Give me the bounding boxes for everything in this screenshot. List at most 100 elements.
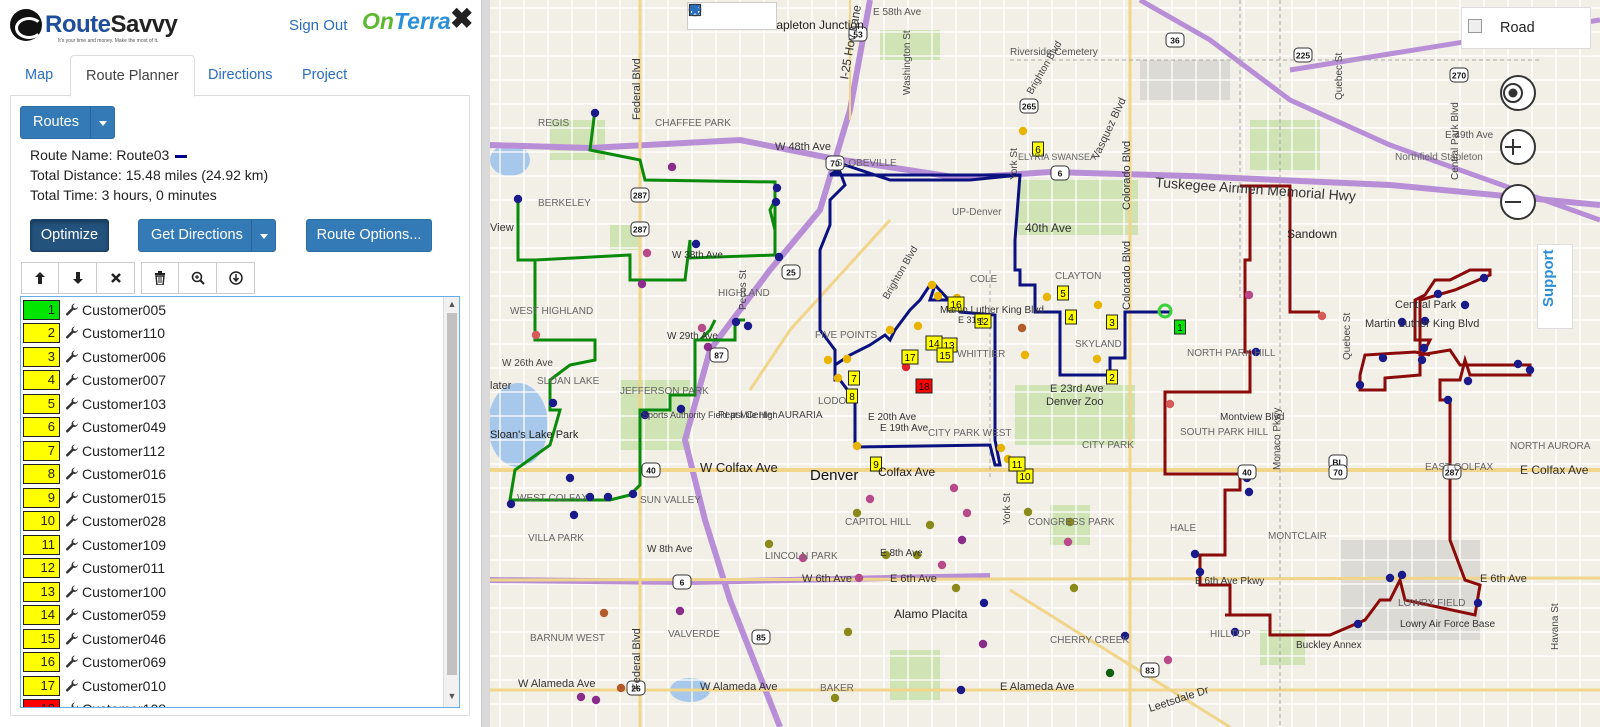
stop-marker[interactable]: 15 xyxy=(936,347,954,363)
customer-marker[interactable] xyxy=(1378,353,1388,363)
customer-marker[interactable] xyxy=(927,280,937,290)
list-item[interactable]: 18 Customer108 xyxy=(23,698,166,707)
list-item[interactable]: 4 Customer007 xyxy=(23,369,166,392)
map-canvas[interactable]: 123456789101112131415161718 533627022570… xyxy=(490,0,1600,727)
customer-marker[interactable] xyxy=(852,441,862,451)
stop-marker[interactable]: 11 xyxy=(1008,456,1026,472)
stop-list-scrollbar[interactable]: ▲ ▼ xyxy=(443,297,459,707)
tab-project[interactable]: Project xyxy=(287,55,362,96)
wrench-icon[interactable] xyxy=(65,467,79,481)
customer-marker[interactable] xyxy=(865,494,875,504)
customer-marker[interactable] xyxy=(1317,311,1327,321)
wrench-icon[interactable] xyxy=(65,702,79,707)
onterra-logo[interactable]: OnTerra xyxy=(362,8,451,35)
customer-marker[interactable] xyxy=(774,252,784,262)
zoom-to-stop-button[interactable] xyxy=(179,262,217,294)
customer-marker[interactable] xyxy=(1017,323,1027,333)
customer-marker[interactable] xyxy=(1042,292,1052,302)
customer-marker[interactable] xyxy=(1105,668,1115,678)
customer-marker[interactable] xyxy=(925,520,935,530)
customer-marker[interactable] xyxy=(771,197,781,207)
routes-dropdown-button[interactable]: Routes xyxy=(20,106,115,139)
customer-marker[interactable] xyxy=(1385,573,1395,583)
customer-marker[interactable] xyxy=(951,583,961,593)
customer-marker[interactable] xyxy=(637,279,647,289)
customer-marker[interactable] xyxy=(1018,126,1028,136)
customer-marker[interactable] xyxy=(731,317,741,327)
customer-marker[interactable] xyxy=(642,248,652,258)
customer-marker[interactable] xyxy=(1092,354,1102,364)
customer-marker[interactable] xyxy=(548,398,558,408)
stop-marker[interactable]: 2 xyxy=(1106,369,1118,385)
panel-splitter[interactable] xyxy=(481,0,490,727)
list-item[interactable]: 7 Customer112 xyxy=(23,439,165,462)
customer-marker[interactable] xyxy=(1419,343,1429,353)
wrench-icon[interactable] xyxy=(65,491,79,505)
wrench-icon[interactable] xyxy=(65,444,79,458)
customer-marker[interactable] xyxy=(1397,570,1407,580)
zoom-out-button[interactable] xyxy=(1500,184,1536,220)
close-icon[interactable]: ✖ xyxy=(450,2,473,35)
stop-marker[interactable]: 1 xyxy=(1174,319,1186,335)
customer-marker[interactable] xyxy=(843,627,853,637)
stop-marker[interactable]: 8 xyxy=(846,388,858,404)
customer-marker[interactable] xyxy=(1023,507,1033,517)
map-type-button[interactable]: Road xyxy=(1461,7,1591,49)
wrench-icon[interactable] xyxy=(65,632,79,646)
map-view[interactable]: 1 2 3 4 5 6 7 8 9 10 11 12 13 14 15 16 17 18 53 36 270 225 70… xyxy=(490,0,1600,727)
customer-marker[interactable] xyxy=(565,473,575,483)
customer-marker[interactable] xyxy=(531,330,541,340)
customer-marker[interactable] xyxy=(1093,300,1103,310)
customer-marker[interactable] xyxy=(1190,549,1200,559)
customer-marker[interactable] xyxy=(823,355,833,365)
list-item[interactable]: 17 Customer010 xyxy=(23,674,166,697)
customer-marker[interactable] xyxy=(576,692,586,702)
wrench-icon[interactable] xyxy=(65,373,79,387)
stop-marker[interactable]: 3 xyxy=(1106,314,1118,330)
customer-marker[interactable] xyxy=(1463,376,1473,386)
customer-marker[interactable] xyxy=(1163,655,1173,665)
list-item[interactable]: 6 Customer049 xyxy=(23,416,166,439)
customer-marker[interactable] xyxy=(1355,380,1365,390)
route-options-button[interactable]: Route Options... xyxy=(306,219,432,252)
stop-marker[interactable]: 4 xyxy=(1065,309,1077,325)
customer-marker[interactable] xyxy=(591,695,601,705)
locate-me-button[interactable] xyxy=(1500,75,1536,111)
customer-marker[interactable] xyxy=(764,539,774,549)
customer-marker[interactable] xyxy=(1353,619,1363,629)
get-directions-caret[interactable] xyxy=(251,220,275,251)
optimize-button[interactable]: Optimize xyxy=(30,219,109,252)
wrench-icon[interactable] xyxy=(65,397,79,411)
delete-button[interactable] xyxy=(141,262,179,294)
customer-marker[interactable] xyxy=(956,685,966,695)
tab-directions[interactable]: Directions xyxy=(193,55,287,96)
customer-marker[interactable] xyxy=(1244,487,1254,497)
wrench-icon[interactable] xyxy=(65,679,79,693)
wrench-icon[interactable] xyxy=(65,303,79,317)
rectangle-tool[interactable] xyxy=(688,3,752,26)
customer-marker[interactable] xyxy=(743,321,753,331)
customer-marker[interactable] xyxy=(1525,365,1535,375)
customer-marker[interactable] xyxy=(1244,290,1254,300)
customer-marker[interactable] xyxy=(675,606,685,616)
list-item[interactable]: 15 Customer046 xyxy=(23,627,166,650)
list-item[interactable]: 3 Customer006 xyxy=(23,345,166,368)
customer-marker[interactable] xyxy=(603,492,613,502)
customer-marker[interactable] xyxy=(772,183,782,193)
customer-marker[interactable] xyxy=(1020,350,1030,360)
list-item[interactable]: 9 Customer015 xyxy=(23,486,166,509)
download-button[interactable] xyxy=(217,262,255,294)
list-item[interactable]: 2 Customer110 xyxy=(23,322,165,345)
wrench-icon[interactable] xyxy=(65,514,79,528)
customer-marker[interactable] xyxy=(830,693,840,703)
customer-marker[interactable] xyxy=(933,291,943,301)
tab-route-planner[interactable]: Route Planner xyxy=(70,55,195,97)
customer-marker[interactable] xyxy=(1063,537,1073,547)
customer-marker[interactable] xyxy=(979,598,989,608)
customer-marker[interactable] xyxy=(1417,355,1427,365)
tab-map[interactable]: Map xyxy=(10,55,68,96)
scroll-down-icon[interactable]: ▼ xyxy=(444,691,459,705)
stop-list[interactable]: ▲ ▼ 1 Customer005 2 Customer110 3 Customer006… xyxy=(20,296,460,708)
circle-tool[interactable] xyxy=(688,3,732,26)
wrench-icon[interactable] xyxy=(65,420,79,434)
